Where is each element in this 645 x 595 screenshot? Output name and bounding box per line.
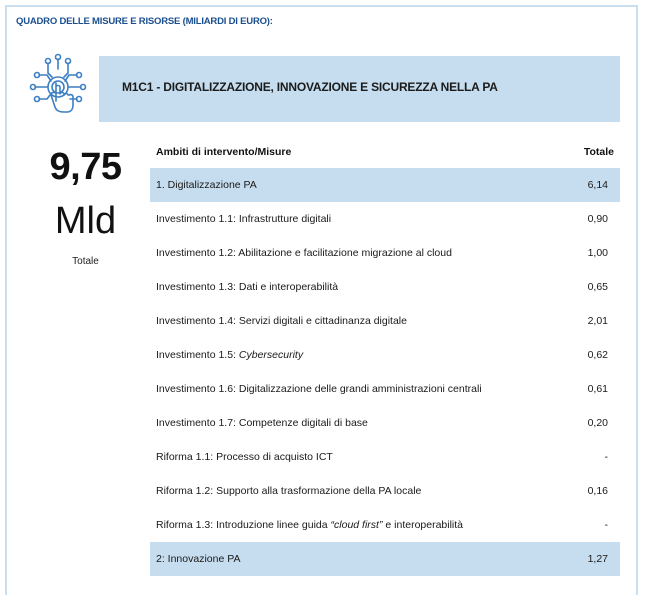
row-label: Investimento 1.3: Dati e interoperabilit… (156, 281, 339, 293)
table-row: Investimento 1.1: Infrastrutture digital… (150, 202, 620, 236)
digital-touch-icon (17, 47, 99, 129)
row-label: Investimento 1.1: Infrastrutture digital… (156, 213, 332, 225)
table-row-section: 1. Digitalizzazione PA 6,14 (150, 168, 620, 202)
table-row: Investimento 1.4: Servizi digitali e cit… (150, 304, 620, 338)
row-value: 0,62 (587, 349, 608, 361)
row-label: Investimento 1.4: Servizi digitali e cit… (156, 315, 407, 327)
table-row: Riforma 1.3: Introduzione linee guida “c… (150, 508, 620, 542)
row-label: 1. Digitalizzazione PA (156, 179, 257, 191)
row-value: 2,01 (587, 315, 608, 327)
row-label: Investimento 1.2: Abilitazione e facilit… (156, 247, 452, 259)
row-label: 2: Innovazione PA (156, 553, 241, 565)
row-label: Riforma 1.2: Supporto alla trasformazion… (156, 485, 422, 497)
row-value: 0,61 (587, 383, 608, 395)
row-label-italic: Cybersecurity (238, 349, 304, 361)
table-row: Riforma 1.2: Supporto alla trasformazion… (150, 474, 620, 508)
table-row: Investimento 1.2: Abilitazione e facilit… (150, 236, 620, 270)
row-label: Investimento 1.5: Cybersecurity (156, 349, 303, 361)
total-value: 9,75 (49, 146, 122, 188)
row-value: 6,14 (587, 179, 608, 191)
table-header: Ambiti di intervento/Misure Totale (150, 138, 620, 168)
row-label-prefix: Investimento 1.5: (156, 349, 239, 361)
table-row: Investimento 1.5: Cybersecurity 0,62 (150, 338, 620, 372)
row-label-suffix: e interoperabilità (382, 519, 464, 531)
total-unit: Mld (54, 200, 117, 242)
row-label: Investimento 1.6: Digitalizzazione delle… (156, 383, 482, 395)
table-row: Investimento 1.3: Dati e interoperabilit… (150, 270, 620, 304)
section-heading: QUADRO DELLE MISURE E RISORSE (MILIARDI … (16, 16, 273, 27)
row-value: 0,90 (587, 213, 608, 225)
row-value: - (604, 519, 609, 531)
row-label-prefix: Riforma 1.3: Introduzione linee guida (156, 519, 331, 531)
column-header-measures: Ambiti di intervento/Misure (156, 146, 292, 158)
row-value: 0,65 (587, 281, 608, 293)
row-value: 1,27 (587, 553, 608, 565)
row-label-italic: “cloud first” (330, 519, 383, 531)
table-row: Investimento 1.6: Digitalizzazione delle… (150, 372, 620, 406)
row-label: Riforma 1.3: Introduzione linee guida “c… (156, 519, 463, 531)
row-value: 0,16 (587, 485, 608, 497)
mission-title: M1C1 - DIGITALIZZAZIONE, INNOVAZIONE E S… (122, 80, 498, 94)
total-label: Totale (72, 256, 99, 267)
row-value: 0,20 (587, 417, 608, 429)
row-label: Investimento 1.7: Competenze digitali di… (156, 417, 368, 429)
row-label: Riforma 1.1: Processo di acquisto ICT (156, 451, 333, 463)
table-row: Riforma 1.1: Processo di acquisto ICT - (150, 440, 620, 474)
table-row: Investimento 1.7: Competenze digitali di… (150, 406, 620, 440)
row-value: - (604, 451, 609, 463)
column-header-total: Totale (583, 146, 614, 158)
row-value: 1,00 (587, 247, 608, 259)
table-row-section: 2: Innovazione PA 1,27 (150, 542, 620, 576)
measures-table: Ambiti di intervento/Misure Totale 1. Di… (150, 138, 620, 576)
